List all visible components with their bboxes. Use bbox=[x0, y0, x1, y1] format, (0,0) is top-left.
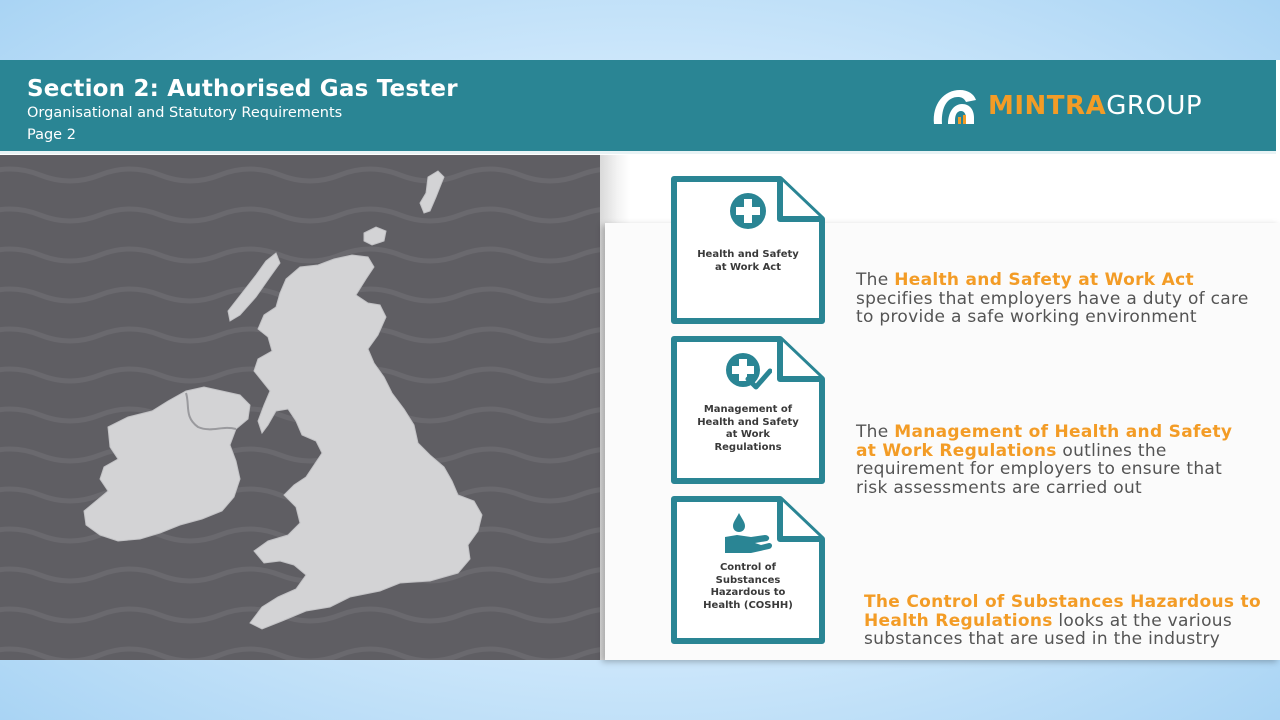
first-aid-cross-icon bbox=[730, 193, 766, 229]
slide-frame: Section 2: Authorised Gas Tester Organis… bbox=[0, 60, 1280, 660]
document-label: Control of Substances Hazardous to Healt… bbox=[703, 562, 793, 611]
logo-wordmark: MINTRAGROUP bbox=[988, 91, 1203, 121]
document-label: Health and Safety at Work Act bbox=[697, 249, 799, 273]
section-title: Section 2: Authorised Gas Tester bbox=[27, 76, 458, 102]
highlight-term: Health and Safety at Work Act bbox=[894, 270, 1194, 290]
page-indicator: Page 2 bbox=[27, 127, 76, 143]
mintra-logo-icon bbox=[933, 90, 976, 124]
description-hswa: The Health and Safety at Work Act specif… bbox=[856, 270, 1249, 327]
uk-map-icon bbox=[83, 170, 483, 630]
document-card-mhswr: Management of Health and Safety at Work … bbox=[668, 333, 828, 487]
document-label: Management of Health and Safety at Work … bbox=[697, 404, 799, 453]
slide-header: Section 2: Authorised Gas Tester Organis… bbox=[0, 60, 1276, 154]
section-subtitle: Organisational and Statutory Requirement… bbox=[27, 105, 343, 121]
highlight-term: Management of Health and Safety at Work … bbox=[856, 422, 1233, 461]
cross-check-icon bbox=[726, 353, 772, 390]
hand-droplet-icon bbox=[725, 513, 772, 553]
document-card-hswa: Health and Safety at Work Act bbox=[668, 173, 828, 327]
document-card-coshh: Control of Substances Hazardous to Healt… bbox=[668, 493, 828, 647]
mintra-logo: MINTRAGROUP bbox=[928, 84, 1202, 128]
map-panel bbox=[0, 155, 600, 660]
description-coshh: The Control of Substances Hazardous to H… bbox=[864, 592, 1261, 649]
description-mhswr: The Management of Health and Safety at W… bbox=[856, 422, 1233, 498]
